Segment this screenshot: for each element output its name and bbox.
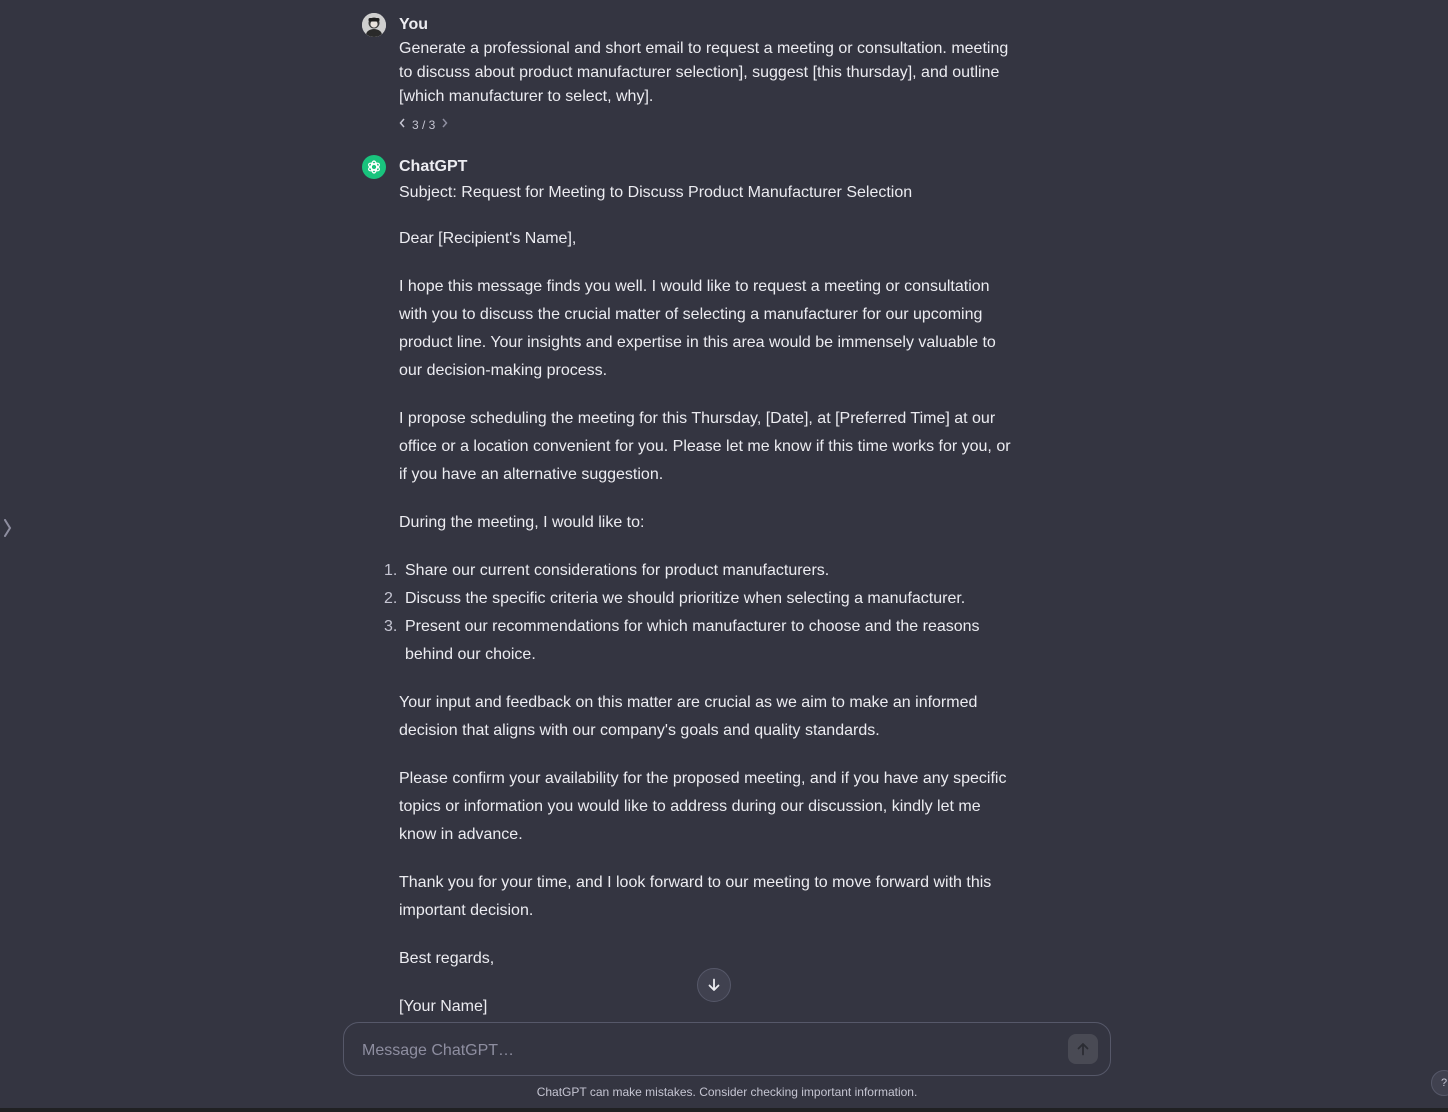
list-item: 3. Present our recommendations for which…	[384, 613, 1014, 669]
chevron-left-icon[interactable]	[399, 117, 406, 133]
email-paragraph-6: Thank you for your time, and I look forw…	[399, 874, 992, 919]
list-item: 1. Share our current considerations for …	[384, 557, 1014, 585]
list-item: 2. Discuss the specific criteria we shou…	[384, 585, 1014, 613]
email-greeting: Dear [Recipient's Name],	[399, 230, 577, 247]
email-paragraph-1: I hope this message finds you well. I wo…	[399, 278, 996, 379]
pager-label: 3 / 3	[412, 118, 436, 132]
email-paragraph-5: Please confirm your availability for the…	[399, 770, 1007, 843]
message-input[interactable]	[360, 1037, 1044, 1065]
message-composer	[343, 1022, 1111, 1076]
chatgpt-logo-icon	[362, 155, 386, 179]
list-item-number: 3.	[384, 618, 398, 635]
email-paragraph-2: I propose scheduling the meeting for thi…	[399, 410, 1011, 483]
list-item-text: Present our recommendations for which ma…	[405, 618, 980, 663]
user-avatar	[362, 13, 386, 37]
sidebar-toggle-icon[interactable]	[4, 515, 18, 541]
meeting-agenda-list: 1. Share our current considerations for …	[384, 557, 1014, 669]
bottom-divider	[0, 1108, 1448, 1112]
arrow-up-icon	[1077, 1043, 1089, 1056]
user-message-text: Generate a professional and short email …	[399, 40, 1009, 105]
email-subject: Subject: Request for Meeting to Discuss …	[399, 184, 913, 201]
list-item-number: 2.	[384, 590, 398, 607]
chat-page: You Generate a professional and short em…	[0, 0, 1448, 1112]
list-item-text: Share our current considerations for pro…	[405, 562, 830, 579]
send-button[interactable]	[1068, 1034, 1098, 1064]
chevron-right-icon[interactable]	[441, 117, 448, 133]
list-item-text: Discuss the specific criteria we should …	[405, 590, 966, 607]
email-paragraph-3: During the meeting, I would like to:	[399, 514, 645, 531]
user-author-name: You	[399, 16, 429, 33]
scroll-to-bottom-button[interactable]	[697, 968, 731, 1002]
disclaimer-text: ChatGPT can make mistakes. Consider chec…	[536, 1085, 918, 1099]
arrow-down-icon	[708, 978, 720, 991]
list-item-number: 1.	[384, 562, 398, 579]
assistant-author-name: ChatGPT	[399, 158, 468, 175]
response-pager: 3 / 3	[399, 117, 448, 133]
email-paragraph-4: Your input and feedback on this matter a…	[399, 694, 978, 739]
assistant-message-body: Subject: Request for Meeting to Discuss …	[384, 181, 1014, 1041]
